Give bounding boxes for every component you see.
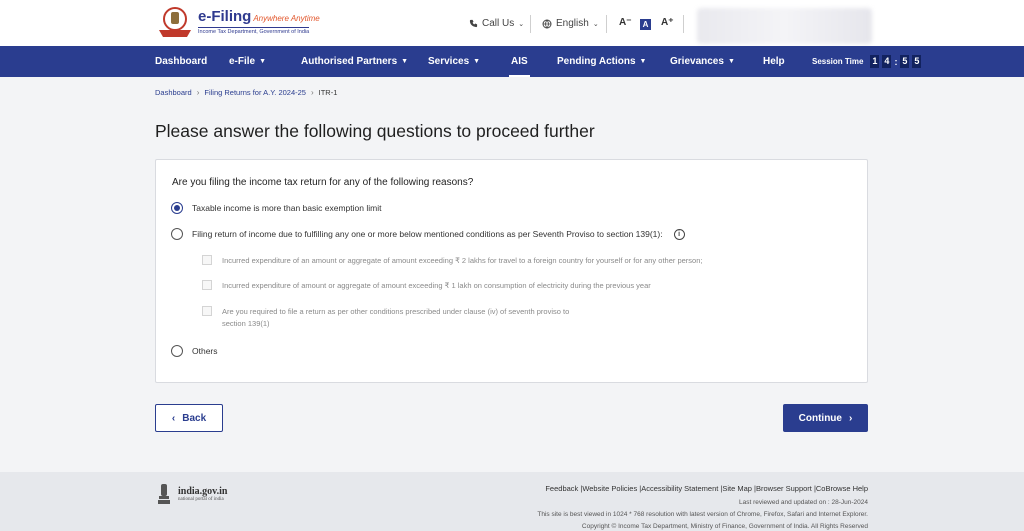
session-digit: 1	[870, 55, 880, 68]
radio-selected[interactable]	[171, 202, 183, 214]
call-us-menu[interactable]: Call Us ⌄	[469, 18, 524, 29]
income-tax-emblem-icon	[159, 7, 191, 37]
continue-button[interactable]: Continue ›	[783, 404, 868, 432]
condition-other-clause: Are you required to file a return as per…	[202, 306, 569, 330]
condition-line-2: section 139(1)	[222, 319, 270, 328]
divider	[683, 15, 684, 33]
breadcrumb-dashboard[interactable]: Dashboard	[155, 88, 192, 97]
checkbox-disabled	[202, 306, 212, 316]
option-label: Others	[192, 346, 218, 356]
session-digit: 5	[912, 55, 922, 68]
logo-subtitle: Income Tax Department, Government of Ind…	[198, 27, 310, 35]
chevron-down-icon: ▼	[401, 58, 409, 65]
nav-help[interactable]: Help	[763, 46, 785, 77]
efiling-logo[interactable]: e-Filing Anywhere Anytime Income Tax Depa…	[156, 6, 320, 38]
back-button[interactable]: ‹ Back	[155, 404, 223, 432]
chevron-down-icon: ⌄	[518, 20, 525, 28]
top-header: e-Filing Anywhere Anytime Income Tax Depa…	[0, 0, 1024, 46]
india-gov-logo[interactable]: india.gov.in national portal of india	[156, 482, 227, 506]
footer: india.gov.in national portal of india Fe…	[0, 472, 1024, 531]
national-emblem-icon	[158, 484, 170, 504]
checkbox-disabled	[202, 255, 212, 265]
option-taxable-income[interactable]: Taxable income is more than basic exempt…	[171, 202, 381, 214]
gov-subtitle: national portal of india	[178, 497, 224, 502]
language-selector[interactable]: English ⌄	[542, 18, 599, 29]
logo-tagline: Anywhere Anytime	[253, 14, 320, 23]
chevron-down-icon: ▼	[259, 58, 267, 65]
breadcrumb-current: ITR-1	[318, 88, 338, 97]
option-others[interactable]: Others	[171, 345, 218, 357]
condition-electricity: Incurred expenditure of amount or aggreg…	[202, 280, 651, 292]
main-nav: Dashboard e-File ▼ Authorised Partners ▼ S…	[0, 46, 1024, 77]
user-profile-blurred[interactable]	[697, 8, 872, 44]
condition-text: Incurred expenditure of an amount or agg…	[222, 256, 703, 265]
gov-name: india.gov.in	[178, 486, 228, 497]
option-label: Filing return of income due to fulfillin…	[192, 229, 663, 239]
radio-unselected[interactable]	[171, 345, 183, 357]
condition-line-1: Are you required to file a return as per…	[222, 307, 570, 316]
logo-brand: e-Filing Anywhere Anytime	[198, 8, 320, 25]
footer-links[interactable]: Feedback |Website Policies |Accessibilit…	[545, 484, 868, 493]
nav-efile[interactable]: e-File ▼	[229, 46, 266, 77]
nav-ais[interactable]: AIS	[509, 46, 530, 77]
chevron-down-icon: ▼	[639, 58, 647, 65]
phone-icon	[469, 19, 478, 28]
page-title: Please answer the following questions to…	[155, 121, 595, 141]
divider	[606, 15, 607, 33]
session-digit: 4	[882, 55, 892, 68]
nav-grievances[interactable]: Grievances ▼	[670, 46, 735, 77]
breadcrumb: Dashboard › Filing Returns for A.Y. 2024…	[155, 88, 337, 97]
language-label: English	[556, 18, 589, 29]
call-us-label: Call Us	[482, 18, 515, 29]
option-label: Taxable income is more than basic exempt…	[192, 203, 382, 213]
nav-dashboard[interactable]: Dashboard	[155, 46, 207, 77]
best-viewed: This site is best viewed in 1024 * 768 r…	[537, 511, 868, 518]
nav-authorised-partners[interactable]: Authorised Partners ▼	[301, 46, 408, 77]
continue-label: Continue	[798, 412, 842, 424]
session-timer: Session Time 1 4 : 5 5	[812, 55, 922, 68]
session-digit: 5	[900, 55, 910, 68]
back-label: Back	[182, 412, 207, 424]
condition-text: Are you required to file a return as per…	[222, 306, 569, 330]
chevron-down-icon: ▼	[727, 58, 735, 65]
breadcrumb-filing-returns[interactable]: Filing Returns for A.Y. 2024-25	[204, 88, 306, 97]
font-increase-button[interactable]: A⁺	[661, 17, 674, 28]
question-card: Are you filing the income tax return for…	[155, 159, 868, 383]
font-normal-button[interactable]: A	[640, 19, 651, 30]
info-icon[interactable]: i	[673, 228, 685, 240]
chevron-down-icon: ⌄	[592, 20, 599, 28]
radio-unselected[interactable]	[171, 228, 183, 240]
checkbox-disabled	[202, 280, 212, 290]
chevron-right-icon: ›	[196, 88, 200, 97]
globe-icon	[542, 19, 552, 29]
copyright: Copyright © Income Tax Department, Minis…	[581, 523, 868, 530]
chevron-left-icon: ‹	[171, 412, 176, 424]
question-text: Are you filing the income tax return for…	[172, 177, 474, 188]
chevron-right-icon: ›	[848, 412, 853, 424]
font-decrease-button[interactable]: A⁻	[619, 17, 632, 28]
condition-text: Incurred expenditure of amount or aggreg…	[222, 281, 651, 290]
option-seventh-proviso[interactable]: Filing return of income due to fulfillin…	[171, 228, 685, 240]
session-time-label: Session Time	[812, 57, 864, 66]
last-reviewed: Last reviewed and updated on : 28-Jun-20…	[738, 499, 868, 506]
chevron-down-icon: ▼	[473, 58, 481, 65]
session-colon: :	[894, 56, 898, 67]
divider	[530, 15, 531, 33]
nav-services[interactable]: Services ▼	[428, 46, 480, 77]
chevron-right-icon: ›	[310, 88, 314, 97]
condition-foreign-travel: Incurred expenditure of an amount or agg…	[202, 255, 702, 267]
nav-pending-actions[interactable]: Pending Actions ▼	[557, 46, 646, 77]
